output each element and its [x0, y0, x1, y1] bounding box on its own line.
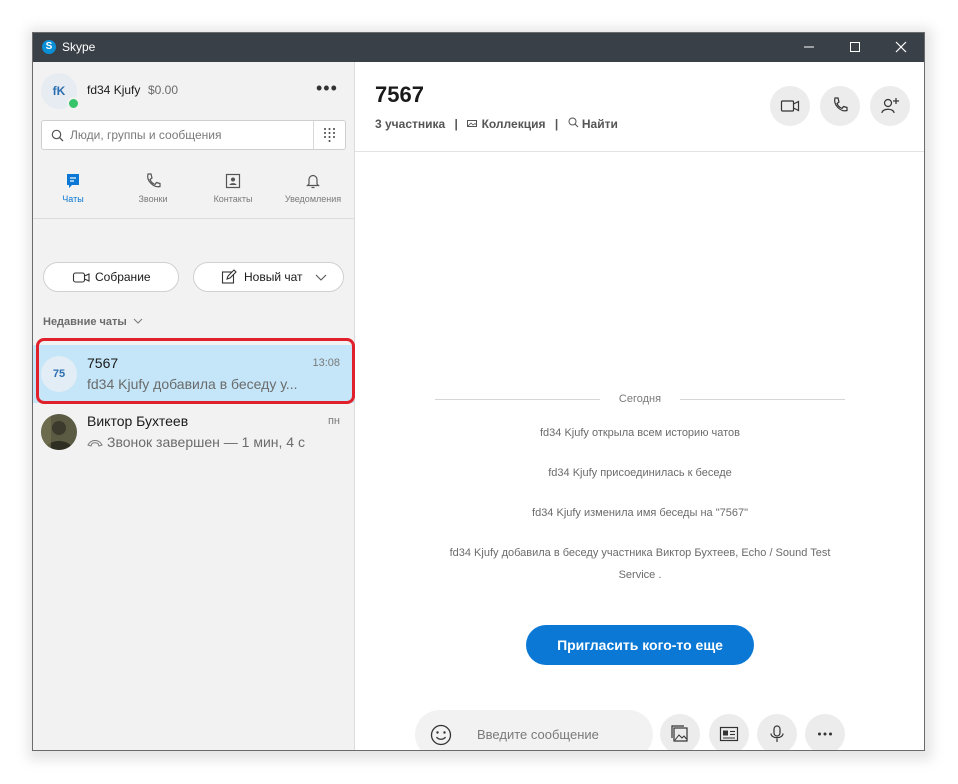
chat-preview-text: Звонок завершен — 1 мин, 4 с: [107, 434, 305, 450]
tab-calls-label: Звонки: [138, 194, 168, 204]
search-input[interactable]: [70, 121, 310, 149]
chevron-down-icon: [133, 318, 143, 324]
system-message: fd34 Kjufy открыла всем историю чатов: [539, 427, 740, 439]
conversation-meta: 3 участника | Коллекция | Найти: [375, 117, 618, 131]
video-call-button[interactable]: [770, 86, 810, 126]
tab-calls[interactable]: Звонки: [113, 172, 193, 204]
tab-notifications[interactable]: Уведомления: [273, 172, 353, 204]
video-meeting-icon: [72, 272, 90, 283]
meeting-button[interactable]: Собрание: [43, 262, 179, 292]
recent-chats-title: Недавние чаты: [43, 316, 127, 328]
search-icon: [51, 129, 64, 142]
tab-chats[interactable]: Чаты: [33, 172, 113, 204]
gallery-icon: [467, 120, 478, 127]
divider-line: [680, 399, 845, 400]
chat-name: 7567: [87, 355, 119, 371]
contact-photo: [41, 414, 77, 450]
close-button[interactable]: [878, 33, 924, 62]
tab-chats-label: Чаты: [62, 194, 84, 204]
compose-icon: [221, 269, 237, 284]
system-message: fd34 Kjufy добавила в беседу участника В…: [449, 547, 831, 581]
participants-link[interactable]: 3 участника: [375, 117, 445, 131]
title-bar[interactable]: S Skype: [33, 33, 924, 62]
skype-window: S Skype fK fd34 Kjufy $0.00 ••• Люди, гр…: [32, 32, 925, 751]
search-icon: [568, 117, 578, 128]
add-person-icon: [881, 98, 899, 114]
skype-logo-icon: S: [42, 40, 56, 54]
sidebar: fK fd34 Kjufy $0.00 ••• Люди, группы и с…: [33, 62, 355, 750]
media-gallery-icon: [671, 725, 688, 742]
share-contact-button[interactable]: [709, 714, 749, 750]
chat-item-viktor[interactable]: Виктор Бухтеев пн Звонок завершен — 1 ми…: [33, 403, 354, 461]
separator: |: [554, 117, 559, 131]
minimize-button[interactable]: [786, 33, 832, 62]
audio-call-button[interactable]: [820, 86, 860, 126]
contact-card-icon: [719, 726, 739, 742]
contacts-icon: [225, 173, 241, 189]
system-message: fd34 Kjufy изменила имя беседы на "7567": [532, 507, 748, 519]
minimize-icon: [804, 46, 814, 48]
microphone-icon: [770, 725, 784, 742]
chat-preview: Звонок завершен — 1 мин, 4 с: [87, 434, 317, 450]
conversation-panel: 7567 3 участника | Коллекция | Найти Сег…: [355, 62, 924, 750]
more-actions-button[interactable]: [805, 714, 845, 750]
new-chat-button[interactable]: Новый чат: [193, 262, 344, 292]
dialpad-icon: [324, 128, 335, 142]
chat-name: Виктор Бухтеев: [87, 413, 189, 429]
dialpad-button[interactable]: [313, 121, 345, 149]
chat-preview: fd34 Kjufy добавила в беседу у...: [87, 376, 298, 392]
day-divider: Сегодня: [435, 393, 845, 405]
maximize-icon: [850, 42, 860, 52]
presence-indicator: [67, 97, 80, 110]
chevron-down-icon[interactable]: [315, 274, 327, 282]
invite-more-button[interactable]: Пригласить кого-то еще: [526, 625, 754, 665]
contact-avatar: [41, 414, 77, 450]
phone-icon: [147, 173, 161, 188]
video-camera-icon: [780, 100, 800, 112]
more-options-button[interactable]: •••: [316, 78, 338, 99]
chat-item-7567[interactable]: 75 7567 13:08 fd34 Kjufy добавила в бесе…: [33, 345, 354, 403]
conversation-title[interactable]: 7567: [375, 82, 424, 108]
more-icon: [818, 732, 832, 736]
close-icon: [895, 41, 907, 53]
profile-balance[interactable]: $0.00: [148, 83, 178, 97]
tab-notifications-label: Уведомления: [284, 194, 342, 204]
separator: |: [454, 117, 458, 131]
message-composer: [415, 710, 653, 750]
search-box[interactable]: [41, 120, 346, 150]
add-participant-button[interactable]: [870, 86, 910, 126]
find-link[interactable]: Найти: [582, 117, 618, 131]
group-avatar: 75: [41, 356, 77, 392]
new-chat-label: Новый чат: [244, 270, 303, 284]
phone-icon: [834, 97, 848, 112]
profile-name[interactable]: fd34 Kjufy: [87, 83, 140, 97]
maximize-button[interactable]: [832, 33, 878, 62]
nav-tabs: Чаты Звонки Контакты Уведомления: [33, 162, 354, 219]
bell-icon: [306, 174, 320, 189]
chat-time: 13:08: [312, 357, 340, 369]
emoji-icon[interactable]: [429, 723, 453, 747]
tab-contacts[interactable]: Контакты: [193, 172, 273, 204]
voice-message-button[interactable]: [757, 714, 797, 750]
recent-chats-header[interactable]: Недавние чаты: [43, 316, 143, 328]
message-input[interactable]: [477, 710, 637, 750]
chat-time: пн: [327, 415, 340, 427]
conversation-header: 7567 3 участника | Коллекция | Найти: [355, 62, 924, 152]
share-media-button[interactable]: [660, 714, 700, 750]
meeting-label: Собрание: [95, 270, 151, 284]
chat-icon: [67, 174, 79, 188]
call-ended-icon: [87, 440, 103, 447]
window-title: Skype: [62, 40, 96, 54]
tab-contacts-label: Контакты: [213, 194, 253, 204]
system-message: fd34 Kjufy присоединилась к беседе: [548, 467, 732, 479]
gallery-link[interactable]: Коллекция: [482, 117, 546, 131]
